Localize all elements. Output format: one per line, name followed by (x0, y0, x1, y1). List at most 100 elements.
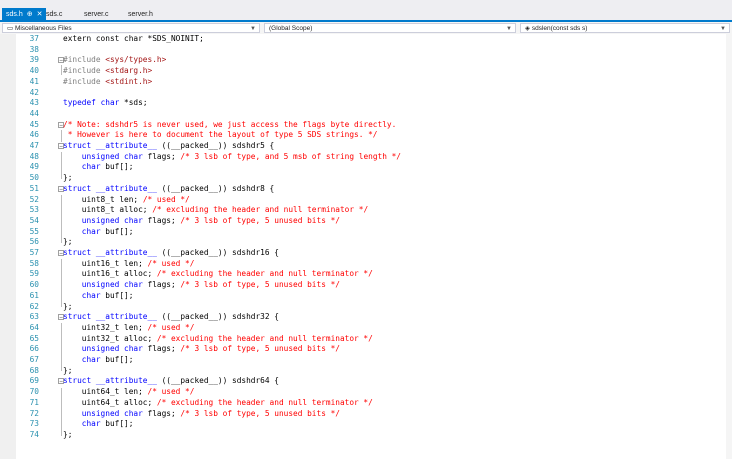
code-token: flags; (142, 151, 181, 161)
line-number: 55 (29, 226, 39, 236)
code-text: unsigned char flags; /* 3 lsb of type, 5… (63, 280, 340, 291)
code-token: }; (63, 301, 73, 311)
method-icon: ◈ (525, 25, 532, 32)
project-label: Miscellaneous Files (14, 25, 72, 32)
fold-guide (61, 195, 62, 243)
code-token: ((__packed__)) sdshdr32 { (156, 312, 279, 322)
indicator-margin (0, 34, 16, 459)
project-dropdown[interactable]: ▭ Miscellaneous Files ▼ (2, 23, 260, 33)
fold-guide (61, 65, 62, 75)
code-token: ((__packed__)) sdshdr5 { (156, 141, 275, 150)
code-token: uint32_t len; (63, 322, 148, 332)
tab-label: server.c (84, 11, 109, 18)
code-token: uint8_t alloc; (63, 205, 153, 215)
code-token: /* excluding the header and null termina… (152, 205, 369, 215)
code-text: uint8_t len; /* used */ (63, 195, 190, 206)
line-number: 74 (29, 429, 39, 439)
code-token: extern const char *SDS_NOINIT; (63, 34, 204, 43)
code-token: /* used */ (147, 322, 195, 332)
code-token: flags; (142, 408, 181, 418)
line-number: 47 (29, 141, 39, 150)
code-token: /* Note: sdshdr5 is never used, we just … (63, 119, 397, 129)
line-number: 39 (29, 55, 39, 65)
code-token: }; (63, 429, 73, 439)
tab-label: sds.c (46, 11, 63, 18)
code-token: struct (63, 376, 96, 386)
code-text: uint32_t len; /* used */ (63, 322, 195, 334)
fold-guide (61, 130, 62, 142)
code-token: __attribute__ (95, 312, 157, 322)
code-token: uint8_t len; (63, 194, 143, 204)
code-text: char buf[]; (63, 419, 134, 430)
line-number: 72 (29, 408, 39, 418)
line-number: 62 (29, 301, 39, 311)
line-number: 44 (29, 108, 39, 118)
line-number: 53 (29, 205, 39, 215)
line-number: 37 (29, 34, 39, 43)
scope-dropdown[interactable]: (Global Scope) ▼ (264, 23, 516, 33)
line-number: 38 (29, 44, 39, 54)
line-number: 40 (29, 66, 39, 76)
code-text: }; (63, 430, 72, 441)
code-token: /* 3 lsb of type, 5 unused bits */ (180, 215, 340, 225)
line-number: 45 (29, 119, 39, 129)
code-token: char (81, 419, 101, 429)
code-token: uint16_t alloc; (63, 269, 157, 279)
code-text: struct __attribute__ ((__packed__)) sdsh… (63, 184, 274, 195)
code-token: /* excluding the header and null termina… (156, 269, 373, 279)
code-token: /* 3 lsb of type, 5 unused bits */ (180, 280, 340, 290)
code-text: uint16_t alloc; /* excluding the header … (63, 269, 373, 280)
scope-label: (Global Scope) (269, 25, 313, 32)
code-editor[interactable]: 37 extern const char *SDS_NOINIT; 38 39− #in… (0, 34, 732, 459)
code-text: unsigned char flags; /* 3 lsb of type, 5… (63, 344, 340, 355)
line-number: 49 (29, 162, 39, 172)
line-number: 65 (29, 333, 39, 343)
code-token: /* excluding the header and null termina… (156, 333, 373, 343)
pin-icon[interactable]: ⊕ (27, 11, 33, 18)
code-token: }; (63, 365, 73, 375)
code-token: char (81, 162, 101, 172)
code-text: char buf[]; (63, 355, 134, 366)
line-number: 61 (29, 290, 39, 300)
fold-guide (61, 259, 62, 307)
line-number: 60 (29, 280, 39, 290)
line-number: 68 (29, 365, 39, 375)
code-text: extern const char *SDS_NOINIT; (63, 34, 204, 45)
code-text: uint8_t alloc; /* excluding the header a… (63, 205, 368, 216)
code-token: /* used */ (142, 194, 190, 204)
code-text: }; (63, 173, 72, 184)
chevron-down-icon: ▼ (506, 26, 512, 32)
line-number: 64 (29, 322, 39, 332)
line-number: 59 (29, 269, 39, 279)
code-token: __attribute__ (95, 141, 157, 150)
code-token: struct (63, 312, 96, 322)
line-number: 73 (29, 419, 39, 429)
line-number: 48 (29, 151, 39, 161)
code-token: /* 3 lsb of type, 5 unused bits */ (180, 344, 340, 354)
code-text: uint32_t alloc; /* excluding the header … (63, 334, 373, 345)
fold-guide (61, 152, 62, 179)
tab-label: server.h (128, 11, 153, 18)
code-text: /* Note: sdshdr5 is never used, we just … (63, 120, 396, 131)
member-dropdown[interactable]: ◈ sdslen(const sds s) ▼ (520, 23, 730, 33)
code-token: buf[]; (100, 419, 134, 429)
vertical-scrollbar[interactable] (726, 34, 732, 459)
line-number: 57 (29, 248, 39, 257)
code-token: * However is here to document the layout… (63, 130, 378, 140)
code-text: #include <sys/types.h> (63, 55, 166, 66)
line-number: 69 (29, 376, 39, 386)
code-token: /* excluding the header and null termina… (156, 397, 373, 407)
line-number: 43 (29, 98, 39, 108)
code-token: buf[]; (100, 162, 134, 172)
line-number: 66 (29, 344, 39, 354)
code-text: unsigned char flags; /* 3 lsb of type, 5… (63, 216, 340, 227)
code-text: struct __attribute__ ((__packed__)) sdsh… (63, 248, 279, 259)
document-tab-bar: sds.h ⊕ ✕ sds.c server.c server.h (0, 4, 732, 21)
